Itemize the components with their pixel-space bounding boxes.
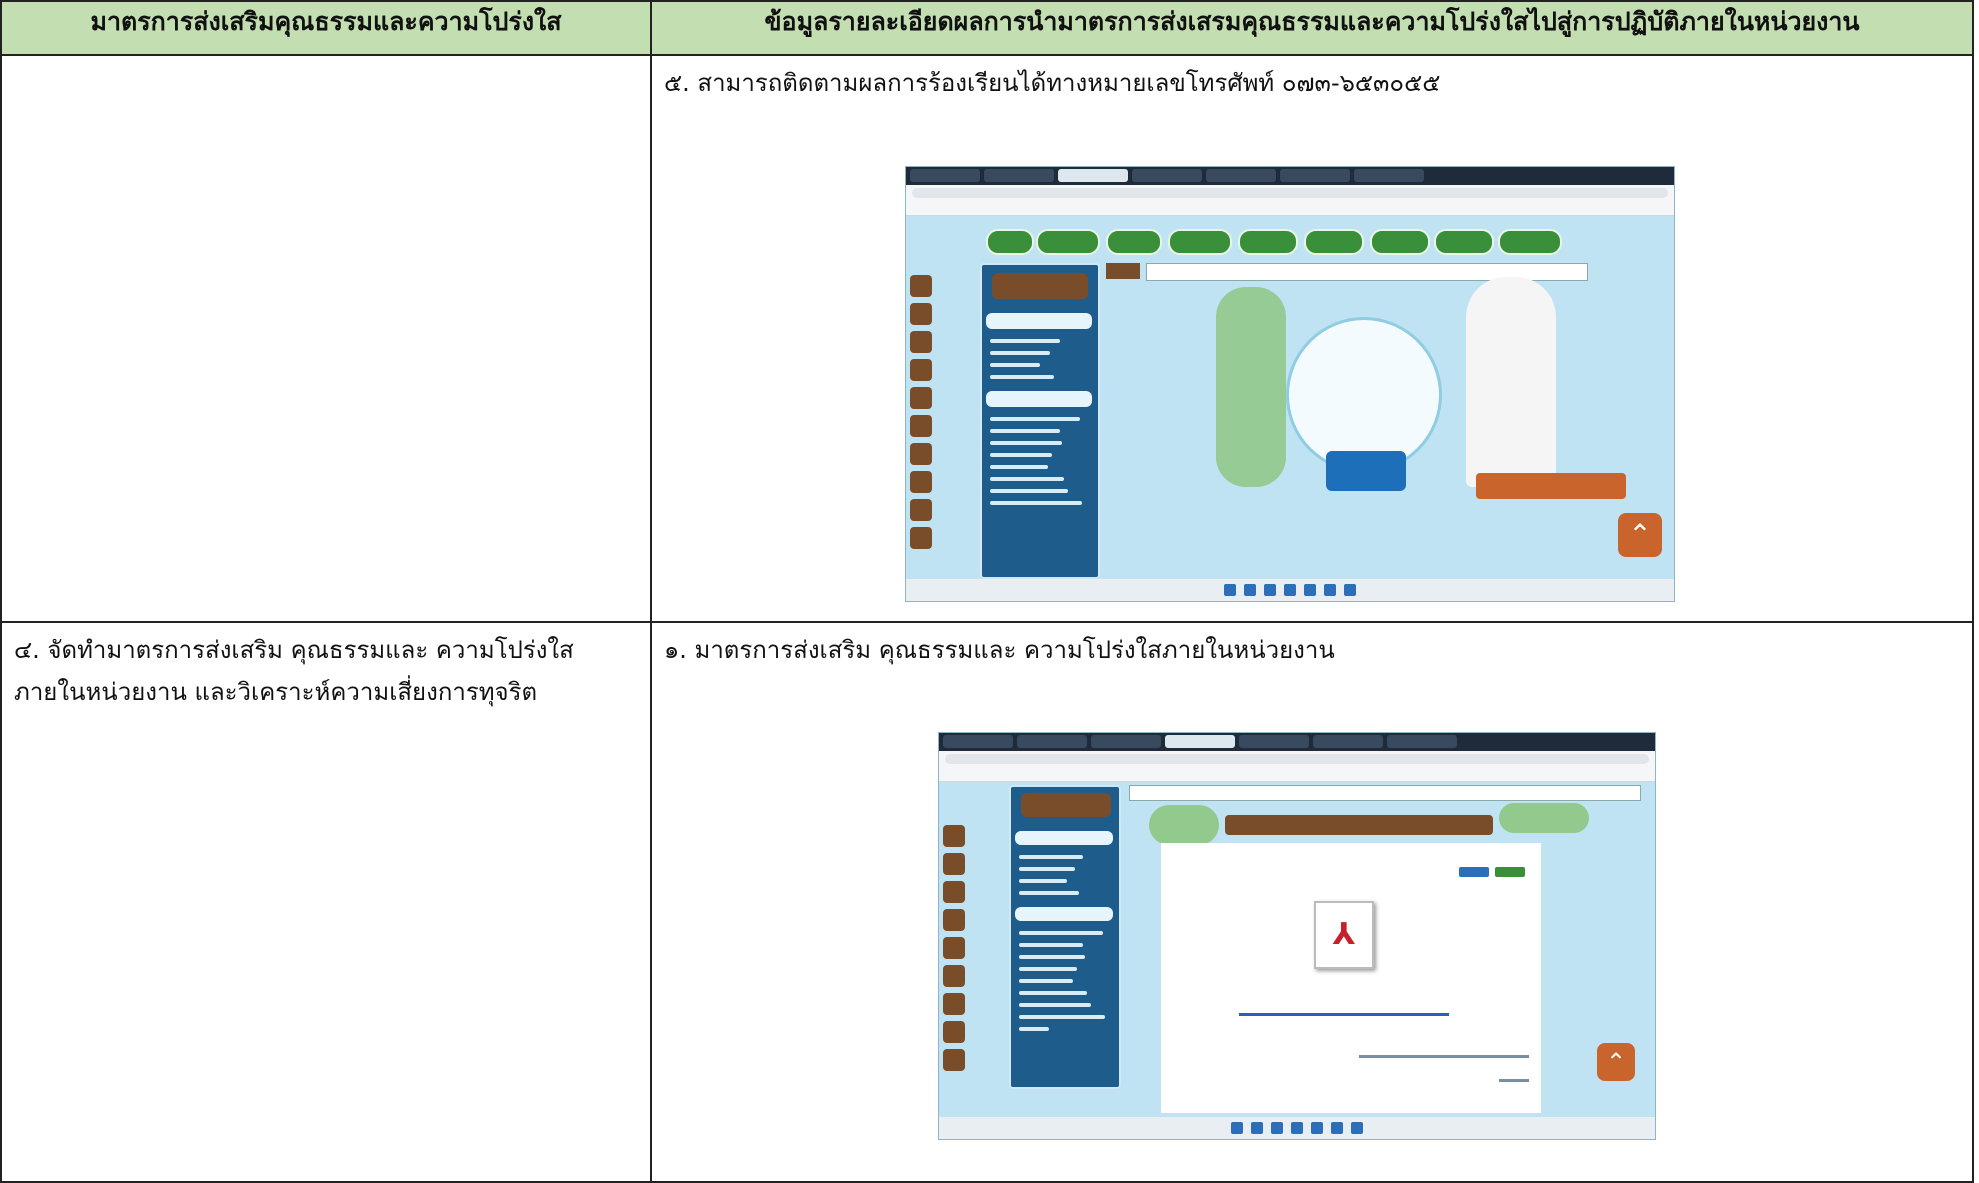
- windows-taskbar: [939, 1117, 1655, 1139]
- address-bar: [939, 751, 1655, 767]
- address-bar: [906, 185, 1674, 201]
- website-screenshot-document: ⅄ ⌃: [938, 732, 1656, 1140]
- side-icons: [910, 275, 932, 549]
- site-menu: [980, 263, 1100, 579]
- measure-text-line1: ๔. จัดทำมาตรการส่งเสริม คุณธรรมและ ความโ…: [14, 636, 574, 664]
- site-menu: [1009, 785, 1121, 1089]
- header-details: ข้อมูลรายละเอียดผลการนำมาตรการส่งเสรมคุณ…: [650, 0, 1974, 56]
- pdf-icon: ⅄: [1314, 901, 1374, 969]
- scroll-up-icon: ⌃: [1597, 1043, 1635, 1081]
- bookmarks-bar: [939, 767, 1655, 782]
- browser-tabs: [939, 733, 1655, 751]
- measure-cell: ๔. จัดทำมาตรการส่งเสริม คุณธรรมและ ความโ…: [0, 621, 652, 1183]
- detail-text: ๑. มาตรการส่งเสริม คุณธรรมและ ความโปร่งใ…: [664, 636, 1335, 664]
- browser-tabs: [906, 167, 1674, 185]
- windows-taskbar: [906, 579, 1674, 601]
- scroll-up-icon: ⌃: [1618, 513, 1662, 557]
- website-screenshot-home: ⌃: [905, 166, 1675, 602]
- side-icons: [943, 825, 965, 1071]
- bookmarks-bar: [906, 201, 1674, 216]
- detail-text: ๕. สามารถติดตามผลการร้องเรียนได้ทางหมายเ…: [664, 69, 1441, 97]
- measure-cell: [0, 54, 652, 623]
- header-measures: มาตรการส่งเสริมคุณธรรมและความโปร่งใส: [0, 0, 652, 56]
- measure-text-line2: ภายในหน่วยงาน และวิเคราะห์ความเสี่ยงการท…: [14, 678, 538, 706]
